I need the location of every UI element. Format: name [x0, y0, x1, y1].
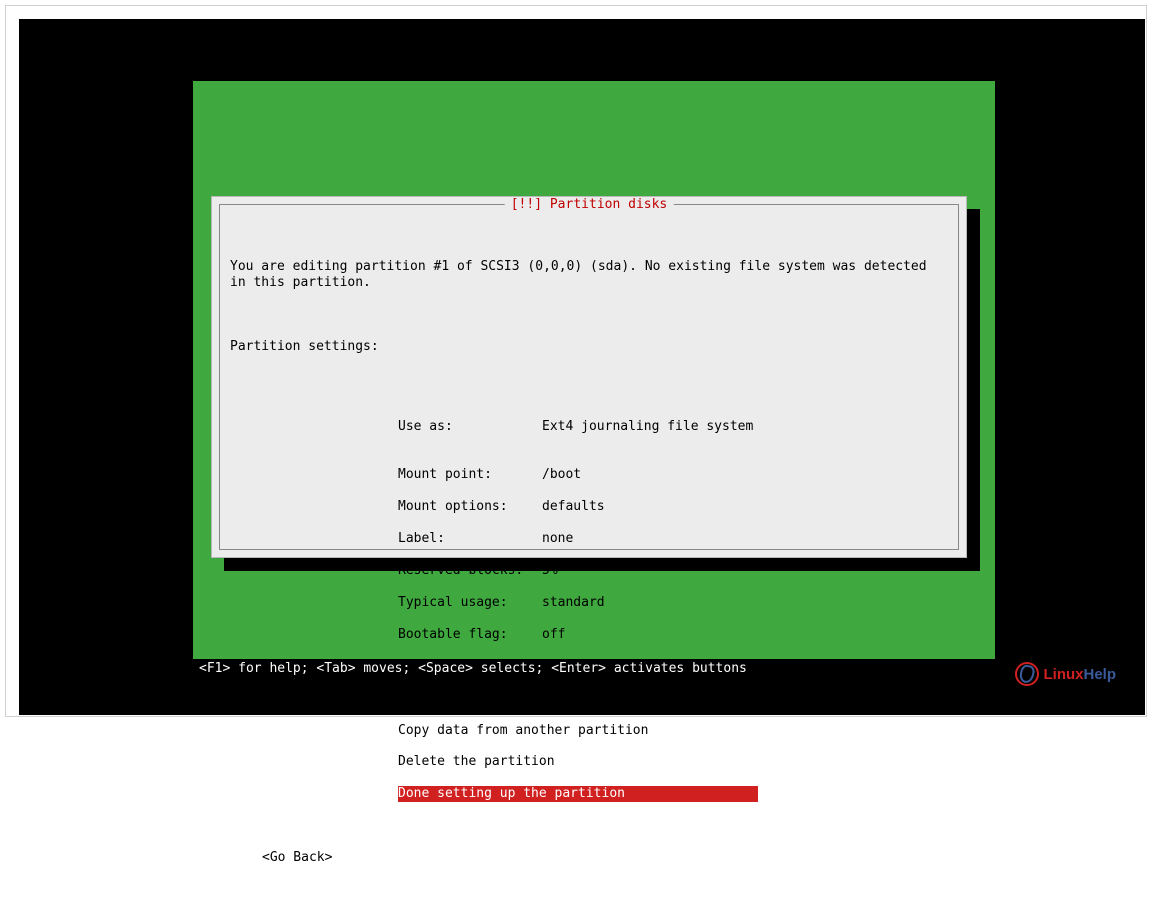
- setting-label: Bootable flag:: [398, 627, 542, 643]
- setting-value: standard: [542, 595, 605, 611]
- action-done-setting-up[interactable]: Done setting up the partition: [398, 786, 758, 802]
- page-border: [!!] Partition disks You are editing par…: [5, 5, 1147, 717]
- setting-label: Mount options:: [398, 499, 542, 515]
- setting-label-field[interactable]: Label:none: [398, 531, 948, 547]
- partition-dialog: [!!] Partition disks You are editing par…: [211, 196, 967, 558]
- setting-reserved-blocks[interactable]: Reserved blocks:5%: [398, 563, 948, 579]
- setting-label: Reserved blocks:: [398, 563, 542, 579]
- setting-mount-point[interactable]: Mount point:/boot: [398, 467, 948, 483]
- setting-label: Typical usage:: [398, 595, 542, 611]
- dialog-intro: You are editing partition #1 of SCSI3 (0…: [230, 259, 948, 291]
- setting-typical-usage[interactable]: Typical usage:standard: [398, 595, 948, 611]
- go-back-button[interactable]: <Go Back>: [262, 850, 948, 866]
- setting-value: off: [542, 627, 565, 643]
- setting-value: Ext4 journaling file system: [542, 419, 753, 435]
- branding-logo: LinuxHelp: [1015, 662, 1116, 686]
- setting-value: 5%: [542, 563, 558, 579]
- actions-block: Copy data from another partition Delete …: [398, 707, 948, 803]
- setting-mount-options[interactable]: Mount options:defaults: [398, 499, 948, 515]
- blank-line: [230, 371, 948, 387]
- setting-bootable-flag[interactable]: Bootable flag:off: [398, 627, 948, 643]
- setting-label: Label:: [398, 531, 542, 547]
- setting-value: /boot: [542, 467, 581, 483]
- terminal-screen: [!!] Partition disks You are editing par…: [19, 19, 1145, 715]
- setting-use-as[interactable]: Use as:Ext4 journaling file system: [398, 419, 948, 435]
- setting-label: Mount point:: [398, 467, 542, 483]
- setting-value: defaults: [542, 499, 605, 515]
- settings-heading: Partition settings:: [230, 339, 948, 355]
- action-delete-partition[interactable]: Delete the partition: [398, 754, 948, 770]
- setting-value: none: [542, 531, 573, 547]
- setting-label: Use as:: [398, 419, 542, 435]
- dialog-body: [!!] Partition disks You are editing par…: [219, 204, 959, 550]
- branding-text: LinuxHelp: [1043, 666, 1116, 683]
- settings-block: Use as:Ext4 journaling file system Mount…: [398, 403, 948, 659]
- blank-line: [230, 307, 948, 323]
- blank-line: [230, 818, 948, 834]
- action-copy-data[interactable]: Copy data from another partition: [398, 723, 948, 739]
- help-bar: <F1> for help; <Tab> moves; <Space> sele…: [193, 659, 995, 679]
- dialog-title: [!!] Partition disks: [505, 197, 674, 213]
- linuxhelp-icon: [1015, 662, 1039, 686]
